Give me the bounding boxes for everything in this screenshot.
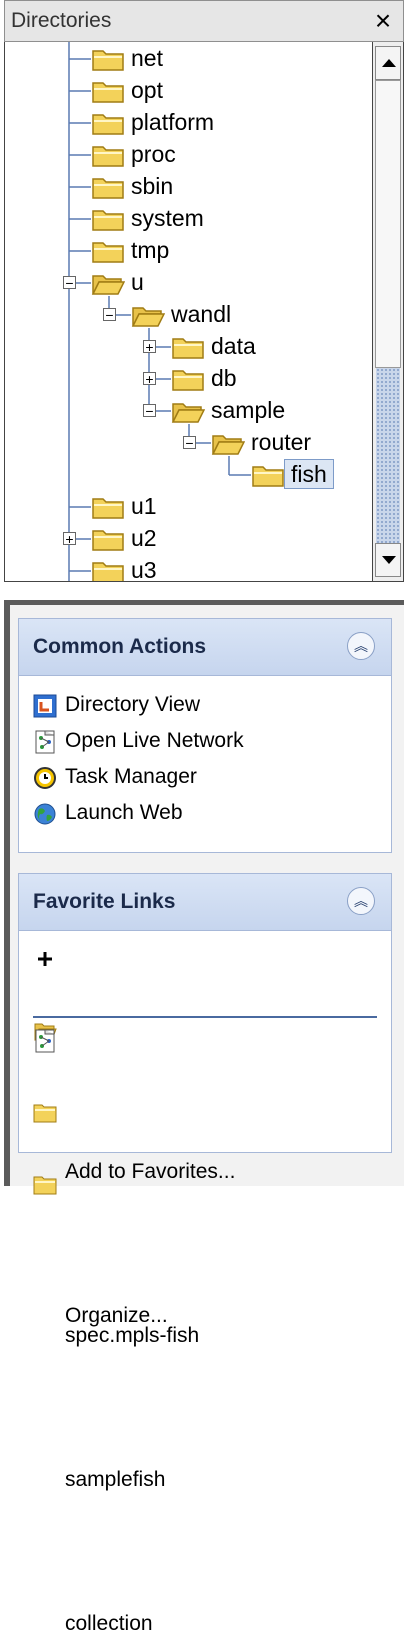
open-folder-icon — [91, 270, 126, 296]
clock-icon — [33, 766, 57, 790]
action-directory-view-label: Directory View — [65, 693, 200, 716]
directories-title: Directories — [11, 9, 112, 32]
fav-link-spec-mpls-fish-label: spec.mpls-fish — [65, 1324, 200, 1347]
action-open-live-network-label: Open Live Network — [65, 729, 244, 752]
open-folder-icon — [131, 302, 166, 328]
directory-tree: net opt platform proc sbin system tmp u − wandl − d… — [4, 42, 372, 582]
favorite-links-header[interactable]: Favorite Links ︽ — [19, 874, 391, 931]
collapse-icon[interactable]: ︽ — [347, 887, 375, 915]
folder-icon — [33, 1173, 57, 1197]
folder-icon — [91, 142, 125, 168]
expand-icon[interactable]: + — [143, 372, 156, 386]
tree-node-wandl[interactable]: wandl — [171, 300, 231, 328]
scrollbar-track[interactable] — [376, 368, 400, 554]
folder-icon — [33, 1101, 57, 1125]
collapse-icon[interactable]: ︽ — [347, 632, 375, 660]
tree-node-sbin[interactable]: sbin — [131, 172, 173, 200]
common-actions-header[interactable]: Common Actions ︽ — [19, 619, 391, 676]
favorite-links-section: Favorite Links ︽ Add to Favorites... Orga… — [18, 873, 392, 1635]
plus-icon — [33, 947, 57, 971]
tree-node-data[interactable]: data — [211, 332, 256, 360]
tree-node-opt[interactable]: opt — [131, 76, 163, 104]
collapse-icon[interactable]: − — [183, 436, 196, 450]
favorite-links-title: Favorite Links — [33, 890, 176, 913]
fav-link-samplefish-label: samplefish — [65, 1468, 166, 1491]
expand-icon[interactable]: + — [143, 340, 156, 354]
folder-icon — [171, 366, 205, 392]
close-icon[interactable]: × — [369, 5, 397, 37]
tree-node-u[interactable]: u — [131, 268, 144, 296]
folder-icon — [91, 174, 125, 200]
task-pane: Common Actions ︽ Directory View Open Live… — [4, 600, 404, 1635]
folder-icon — [91, 110, 125, 136]
folder-icon — [251, 462, 285, 488]
collapse-icon[interactable]: − — [143, 404, 156, 418]
directories-panel: Directories × net opt platform proc sbin syst… — [4, 0, 404, 582]
folder-icon — [91, 526, 125, 552]
tree-node-router[interactable]: router — [251, 428, 311, 456]
folder-icon — [91, 78, 125, 104]
fav-action-add-to-favorites-label: Add to Favorites... — [65, 1160, 236, 1183]
directories-title-bar: Directories × — [4, 0, 404, 42]
folder-icon — [91, 494, 125, 520]
tree-node-u1[interactable]: u1 — [131, 492, 157, 520]
collapse-icon[interactable]: − — [63, 276, 76, 290]
action-task-manager-label: Task Manager — [65, 765, 197, 788]
open-folder-icon — [211, 430, 246, 456]
folder-icon — [91, 238, 125, 264]
tree-node-u2[interactable]: u2 — [131, 524, 157, 552]
tree-node-proc[interactable]: proc — [131, 140, 176, 168]
tree-node-tmp[interactable]: tmp — [131, 236, 169, 264]
tree-node-system[interactable]: system — [131, 204, 204, 232]
scrollbar-thumb[interactable] — [375, 80, 401, 368]
network-file-icon — [33, 1029, 57, 1053]
tree-node-sample[interactable]: sample — [211, 396, 285, 424]
tree-node-u3[interactable]: u3 — [131, 556, 157, 581]
folder-icon — [91, 206, 125, 232]
directory-view-icon — [33, 694, 57, 718]
common-actions-section: Common Actions ︽ Directory View Open Live… — [18, 618, 392, 853]
folder-icon — [91, 558, 125, 581]
live-network-icon — [33, 730, 57, 754]
tree-node-db[interactable]: db — [211, 364, 237, 392]
globe-icon — [33, 802, 57, 826]
scroll-up-button[interactable] — [375, 46, 401, 80]
folder-icon — [171, 334, 205, 360]
arrow-down-icon — [382, 556, 396, 564]
expand-icon[interactable]: + — [63, 532, 76, 546]
tree-node-net[interactable]: net — [131, 44, 163, 72]
common-actions-title: Common Actions — [33, 635, 207, 658]
open-folder-icon — [171, 398, 206, 424]
collapse-icon[interactable]: − — [103, 308, 116, 322]
scroll-down-button[interactable] — [375, 543, 401, 577]
fav-link-collection-label: collection — [65, 1612, 153, 1635]
tree-scrollbar[interactable] — [372, 42, 404, 582]
folder-icon — [91, 46, 125, 72]
tree-node-fish[interactable]: fish — [284, 459, 334, 489]
tree-node-platform[interactable]: platform — [131, 108, 214, 136]
action-launch-web-label: Launch Web — [65, 801, 183, 824]
favorites-divider — [33, 1016, 377, 1018]
arrow-up-icon — [382, 59, 396, 67]
